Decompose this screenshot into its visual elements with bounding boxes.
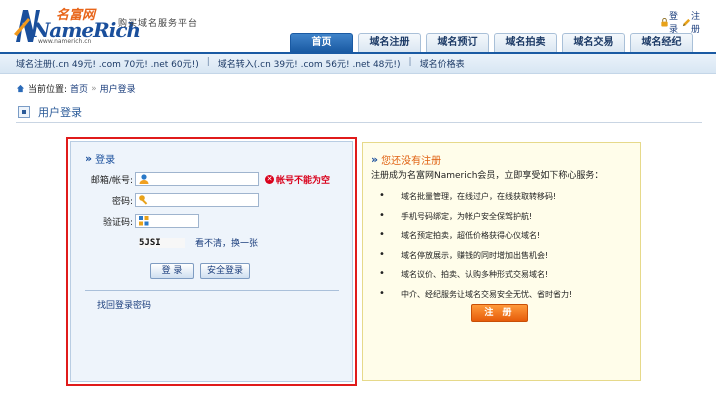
captcha-input-row: 验证码: (71, 214, 199, 228)
page-title-text: 用户登录 (38, 106, 82, 119)
key-icon (139, 195, 148, 205)
list-item: 域名停放展示，赚钱的同时增加出售机会! (379, 250, 572, 270)
site-logo[interactable]: 名富网 NameRich www.namerich.cn (14, 4, 141, 48)
lock-icon (661, 17, 668, 27)
page-title: 用户登录 (18, 104, 82, 120)
login-divider (85, 290, 339, 291)
top-register-label: 注册 (690, 12, 700, 35)
email-error: ✕ 帐号不能为空 (265, 173, 330, 186)
captcha-label: 验证码: (102, 217, 133, 228)
nav-tab-home[interactable]: 首页 (290, 33, 353, 52)
subbar-link-pricelist[interactable]: 域名价格表 (420, 57, 465, 70)
breadcrumb-prefix: 当前位置: (28, 85, 68, 95)
list-item: 域名预定拍卖，超低价格获得心仪域名! (379, 230, 572, 250)
secure-login-button[interactable]: 安全登录 (200, 263, 250, 279)
subbar-link-register[interactable]: 域名注册(.cn 49元! .com 70元! .net 60元!) (16, 57, 199, 70)
login-panel-title-text: 登录 (95, 155, 116, 166)
top-login-link[interactable]: 登录 (660, 9, 678, 35)
register-panel: ›› 您还没有注册 注册成为名富网Namerich会员，立即享受如下称心服务： … (362, 142, 641, 381)
pencil-icon (682, 18, 691, 26)
email-field[interactable] (135, 172, 259, 186)
list-item: 域名批量管理，在线过户，在线获取转移码! (379, 191, 572, 211)
main-nav: 首页 域名注册 域名预订 域名拍卖 域名交易 域名经纪 (290, 33, 693, 52)
register-description: 注册成为名富网Namerich会员，立即享受如下称心服务： (371, 171, 604, 181)
page-title-icon (18, 106, 30, 118)
site-slogan: 购买域名服务平台 (118, 19, 199, 29)
double-chevron-icon: ›› (371, 153, 378, 166)
top-links: 登录 注册 (660, 9, 700, 35)
password-input[interactable] (150, 194, 254, 206)
user-icon (139, 174, 149, 184)
register-panel-title: ›› 您还没有注册 (371, 152, 441, 167)
password-field[interactable] (135, 193, 259, 207)
login-panel: ›› 登录 邮箱/帐号: ✕ 帐号不能为空 密码: 验证码: 5JSI 看不清，… (70, 141, 353, 382)
register-button[interactable]: 注 册 (471, 304, 528, 322)
list-item: 域名议价、拍卖、认购多种形式交易域名! (379, 269, 572, 289)
register-panel-title-text: 您还没有注册 (381, 156, 442, 167)
double-chevron-icon: ›› (85, 152, 92, 165)
subbar-separator: | (206, 57, 210, 67)
benefit-list: 域名批量管理，在线过户，在线获取转移码! 手机号码绑定，为帐户安全保驾护航! 域… (379, 191, 572, 308)
captcha-image-row: 5JSI 看不清，换一张 (139, 236, 258, 249)
breadcrumb-home-link[interactable]: 首页 (70, 82, 88, 95)
login-button[interactable]: 登 录 (150, 263, 194, 279)
top-login-label: 登录 (668, 12, 678, 35)
subbar-separator: | (408, 57, 412, 67)
nav-tab-domain-trade[interactable]: 域名交易 (562, 33, 625, 52)
captcha-input[interactable] (150, 215, 196, 227)
logo-url-text: www.namerich.cn (38, 38, 92, 45)
forgot-password-link[interactable]: 找回登录密码 (97, 298, 151, 311)
nav-tab-domain-register[interactable]: 域名注册 (358, 33, 421, 52)
nav-tab-domain-broker[interactable]: 域名经纪 (630, 33, 693, 52)
error-icon: ✕ (265, 174, 274, 184)
captcha-field[interactable] (135, 214, 199, 228)
email-row: 邮箱/帐号: ✕ 帐号不能为空 (71, 172, 330, 186)
login-button-row: 登 录 安全登录 (150, 263, 250, 279)
password-row: 密码: (71, 193, 259, 207)
title-divider (16, 122, 702, 123)
email-label: 邮箱/帐号: (90, 175, 133, 186)
grid-icon (139, 216, 149, 226)
site-header: 名富网 NameRich www.namerich.cn 购买域名服务平台 登录… (0, 0, 716, 52)
subbar-link-transfer[interactable]: 域名转入(.cn 39元! .com 56元! .net 48元!) (218, 57, 401, 70)
password-label: 密码: (111, 196, 133, 207)
home-icon (16, 84, 25, 93)
list-item: 手机号码绑定，为帐户安全保驾护航! (379, 211, 572, 231)
captcha-image: 5JSI (139, 237, 185, 248)
top-register-link[interactable]: 注册 (682, 9, 700, 35)
login-panel-title: ›› 登录 (85, 151, 115, 166)
promo-subbar: 域名注册(.cn 49元! .com 70元! .net 60元!) | 域名转… (0, 52, 716, 74)
email-error-text: 帐号不能为空 (276, 175, 331, 186)
nav-tab-domain-reserve[interactable]: 域名预订 (426, 33, 489, 52)
breadcrumb: 当前位置: 首页 » 用户登录 (16, 82, 136, 95)
captcha-refresh-link[interactable]: 看不清，换一张 (195, 236, 258, 249)
breadcrumb-separator: » (91, 83, 97, 94)
nav-tab-domain-auction[interactable]: 域名拍卖 (494, 33, 557, 52)
email-input[interactable] (150, 173, 254, 185)
breadcrumb-current: 用户登录 (99, 85, 136, 95)
